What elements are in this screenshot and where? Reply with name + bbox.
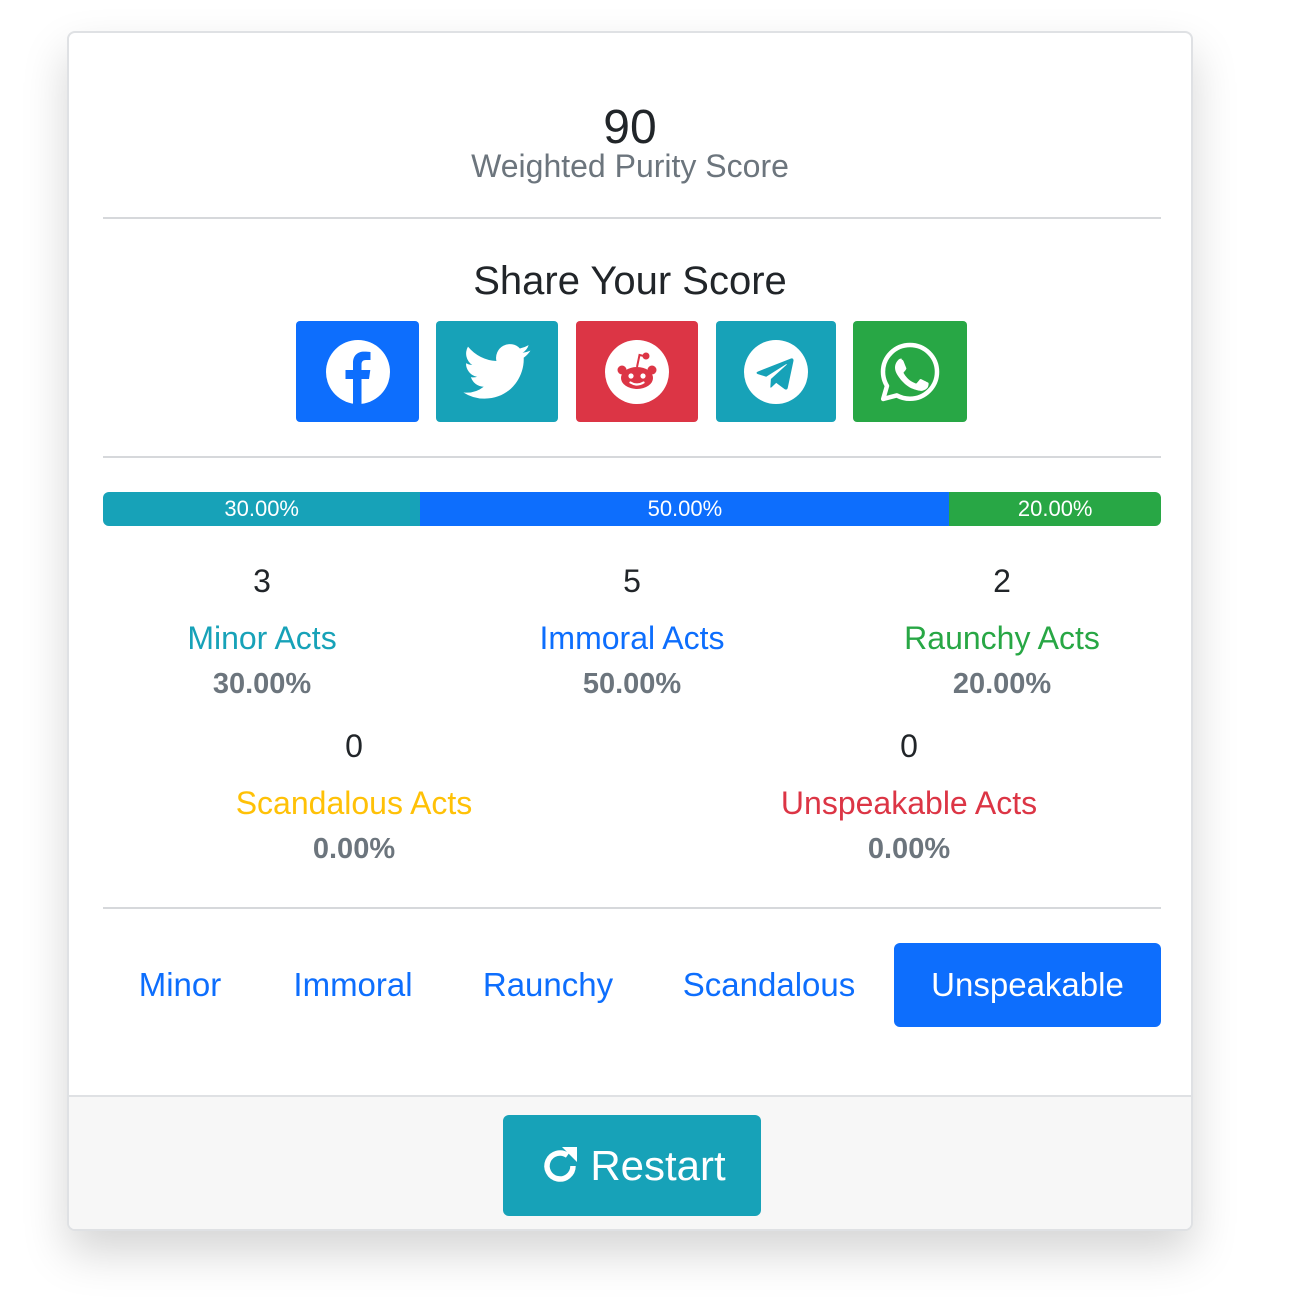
progress-segment-minor: 30.00% [103,492,421,526]
tab-raunchy[interactable]: Raunchy [454,943,642,1027]
restart-button[interactable]: Restart [503,1115,761,1216]
stat-name: Raunchy Acts [904,620,1100,656]
divider [103,907,1161,909]
progress-segment-immoral: 50.00% [420,492,950,526]
stat-name: Immoral Acts [539,620,725,656]
stat-unspeakable: 0 Unspeakable Acts 0.00% [729,726,1089,867]
facebook-share-button[interactable] [296,321,419,422]
results-card-body: 90 Weighted Purity Score Share Your Scor… [69,33,1191,1095]
stat-percent: 30.00% [212,668,312,700]
tab-minor[interactable]: Minor [103,943,257,1027]
facebook-icon [325,339,390,405]
tab-scandalous[interactable]: Scandalous [659,943,879,1027]
card-footer: Restart [69,1095,1191,1229]
progress-segment-raunchy: 20.00% [949,492,1161,526]
telegram-share-button[interactable] [716,321,836,422]
telegram-icon [744,339,808,404]
results-card: 90 Weighted Purity Score Share Your Scor… [67,31,1193,1231]
whatsapp-icon [880,342,940,401]
stat-count: 3 [253,563,271,599]
stat-count: 0 [345,728,363,764]
divider [103,456,1161,458]
stat-percent: 20.00% [952,668,1052,700]
divider [103,217,1161,219]
stat-name: Scandalous Acts [235,785,473,821]
reddit-share-button[interactable] [576,321,698,422]
stat-percent: 0.00% [867,833,951,865]
purity-score-label: Weighted Purity Score [471,148,789,184]
stat-count: 2 [993,563,1011,599]
stat-percent: 0.00% [312,833,396,865]
stat-name: Unspeakable Acts [780,785,1038,821]
share-title: Share Your Score [473,259,787,303]
restart-icon [544,1146,578,1182]
whatsapp-share-button[interactable] [853,321,967,422]
stat-immoral: 5 Immoral Acts 50.00% [452,561,812,702]
stat-percent: 50.00% [582,668,682,700]
stat-raunchy: 2 Raunchy Acts 20.00% [822,561,1182,702]
stat-count: 5 [623,563,641,599]
stat-scandalous: 0 Scandalous Acts 0.00% [174,726,534,867]
restart-label: Restart [590,1141,726,1189]
category-progress-bar: 30.00% 50.00% 20.00% [103,492,1161,526]
stat-minor: 3 Minor Acts 30.00% [82,561,442,702]
stat-count: 0 [900,728,918,764]
tab-unspeakable[interactable]: Unspeakable [894,943,1161,1027]
stat-name: Minor Acts [187,620,337,656]
twitter-share-button[interactable] [436,321,558,422]
reddit-icon [605,339,669,404]
tab-immoral[interactable]: Immoral [269,943,437,1027]
twitter-icon [463,343,531,399]
